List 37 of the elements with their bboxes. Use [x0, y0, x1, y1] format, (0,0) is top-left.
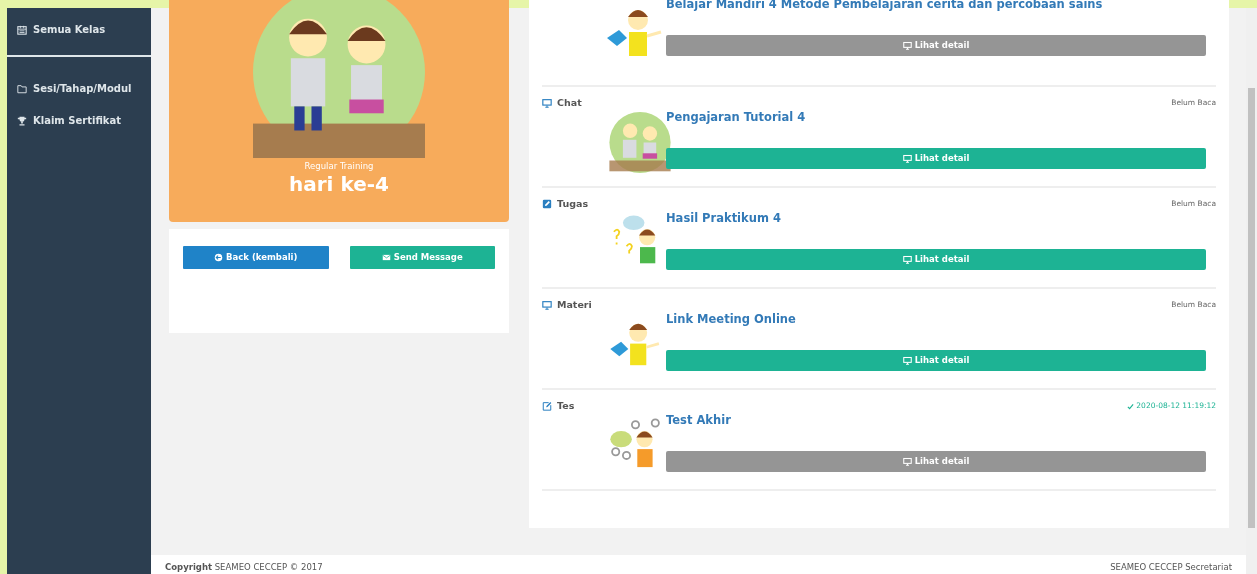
check-icon [1127, 402, 1135, 410]
category-label: Materi [557, 297, 592, 312]
back-button[interactable]: Back (kembali) [183, 246, 329, 269]
category-label: Tes [557, 398, 575, 413]
edit-icon [542, 401, 552, 411]
back-circle-icon [214, 252, 224, 262]
detail-button[interactable]: Lihat detail [666, 148, 1206, 169]
sidebar-link[interactable]: Klaim Sertifikat [33, 113, 121, 128]
session-subtitle: Regular Training [304, 160, 374, 173]
detail-button[interactable]: Lihat detail [666, 350, 1206, 371]
monitor-icon [542, 98, 552, 108]
monitor-icon [902, 41, 912, 50]
sidebar-link[interactable]: Sesi/Tahap/Modul [33, 81, 132, 96]
footer-credit: SEAMEO CECCEP Secretariat [1110, 561, 1232, 574]
trophy-icon [17, 115, 27, 126]
send-message-button[interactable]: Send Message [349, 246, 495, 269]
monitor-icon [902, 154, 912, 163]
pencil-square-icon [542, 199, 552, 209]
category-label: Chat [557, 95, 582, 110]
category-label: Tugas [557, 196, 589, 211]
calendar-icon [17, 24, 27, 35]
scrollbar[interactable] [1246, 8, 1257, 574]
copyright-text: Copyright SEAMEO CECCEP © 2017 [165, 561, 323, 574]
monitor-icon [902, 356, 912, 365]
activity-title[interactable]: Pengajaran Tutorial 4 [666, 109, 1216, 131]
envelope-icon [381, 252, 391, 262]
monitor-icon [542, 300, 552, 310]
session-title: hari ke-4 [289, 172, 389, 195]
monitor-icon [902, 255, 912, 264]
activity-title[interactable]: Belajar Mandiri 4 Metode Pembelajaran cerita dan percobaan sains [666, 0, 1216, 18]
detail-button[interactable]: Lihat detail [666, 249, 1206, 270]
folder-icon [17, 83, 27, 94]
activity-title[interactable]: Test Akhir [666, 412, 1216, 434]
monitor-icon [902, 457, 912, 466]
activity-title[interactable]: Hasil Praktikum 4 [666, 210, 1216, 232]
sidebar-link[interactable]: Semua Kelas [33, 22, 106, 37]
activity-title[interactable]: Link Meeting Online [666, 311, 1216, 333]
